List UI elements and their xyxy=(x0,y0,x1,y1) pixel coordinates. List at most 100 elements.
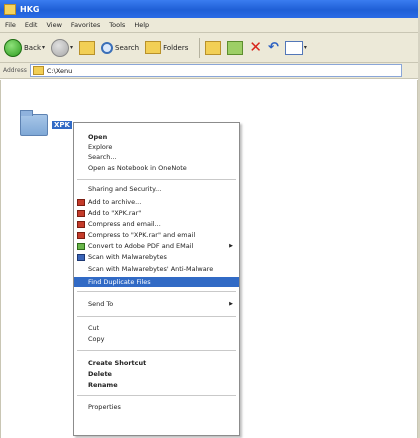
window-title: HKG xyxy=(20,4,40,14)
menu-file[interactable]: File xyxy=(5,21,16,29)
menu-item-search[interactable]: Search... xyxy=(74,152,239,162)
search-button[interactable]: Search xyxy=(101,41,140,54)
folder-up-icon xyxy=(79,40,96,55)
folders-label: Folders xyxy=(163,43,189,52)
submenu-arrow-icon: ▶ xyxy=(229,301,233,307)
menu-separator xyxy=(77,350,236,351)
menu-item-copy[interactable]: Copy xyxy=(74,334,239,344)
menu-item-label: Add to "XPK.rar" xyxy=(88,209,142,217)
menu-bar: File Edit View Favorites Tools Help xyxy=(0,18,420,33)
menu-item-open[interactable]: Open xyxy=(74,132,239,142)
menu-view[interactable]: View xyxy=(46,21,61,29)
menu-item-open-onenote[interactable]: Open as Notebook in OneNote xyxy=(74,163,239,173)
menu-item-label: Search... xyxy=(88,153,117,161)
address-bar: Address C:\Xenu xyxy=(0,63,420,79)
copy-to-icon xyxy=(227,40,244,55)
menu-item-label: Open xyxy=(88,133,108,141)
toolbar: Back ▾ ▾ Search Folders ✕ ↶ ▾ xyxy=(0,33,420,63)
pdf-convert-icon xyxy=(77,242,85,250)
folder-icon xyxy=(4,3,16,15)
back-label: Back xyxy=(24,43,41,52)
winrar-icon xyxy=(77,209,85,217)
menu-item-sharing[interactable]: Sharing and Security... xyxy=(74,184,239,194)
menu-item-label: Compress to "XPK.rar" and email xyxy=(88,231,196,239)
menu-favorites[interactable]: Favorites xyxy=(71,21,100,29)
menu-tools[interactable]: Tools xyxy=(109,21,125,29)
folder-icon xyxy=(32,66,44,75)
menu-item-delete[interactable]: Delete xyxy=(74,369,239,379)
search-label: Search xyxy=(115,43,140,52)
menu-item-cut[interactable]: Cut xyxy=(74,323,239,333)
delete-icon: ✕ xyxy=(249,38,262,56)
menu-item-label: Send To xyxy=(88,300,114,308)
back-button[interactable]: Back ▾ xyxy=(4,38,46,57)
menu-item-label: Copy xyxy=(88,335,105,343)
menu-item-label: Scan with Malwarebytes' Anti-Malware xyxy=(88,265,214,273)
winrar-icon xyxy=(77,231,85,239)
menu-item-compress-rar-email[interactable]: Compress to "XPK.rar" and email xyxy=(74,230,239,240)
search-icon xyxy=(101,41,114,54)
menu-item-find-duplicates[interactable]: Find Duplicate Files xyxy=(74,277,239,287)
menu-item-label: Add to archive... xyxy=(88,198,142,206)
address-path: C:\Xenu xyxy=(46,66,73,75)
menu-item-compress-email[interactable]: Compress and email... xyxy=(74,219,239,229)
address-label: Address xyxy=(3,67,27,74)
menu-item-send-to[interactable]: Send To ▶ xyxy=(74,299,239,309)
menu-item-explore[interactable]: Explore xyxy=(74,142,239,152)
submenu-arrow-icon: ▶ xyxy=(229,243,233,249)
menu-item-label: Open as Notebook in OneNote xyxy=(88,164,187,172)
menu-separator xyxy=(77,316,236,317)
menu-item-label: Compress and email... xyxy=(88,220,161,228)
menu-help[interactable]: Help xyxy=(134,21,149,29)
move-to-icon xyxy=(205,40,222,55)
menu-item-label: Convert to Adobe PDF and EMail xyxy=(88,242,194,250)
menu-item-label: Rename xyxy=(88,381,118,389)
folders-button[interactable]: Folders xyxy=(145,41,188,54)
menu-item-add-rar[interactable]: Add to "XPK.rar" xyxy=(74,208,239,218)
menu-item-scan[interactable]: Scan with Malwarebytes xyxy=(74,252,239,262)
menu-separator xyxy=(77,395,236,396)
folder-item[interactable]: XPK xyxy=(20,110,72,136)
menu-item-label: Delete xyxy=(88,370,112,378)
undo-button[interactable]: ↶ xyxy=(268,41,279,54)
undo-icon: ↶ xyxy=(267,40,279,55)
menu-item-rename[interactable]: Rename xyxy=(74,380,239,390)
toolbar-separator xyxy=(199,37,201,58)
menu-item-properties[interactable]: Properties xyxy=(74,402,239,412)
context-menu: Open Explore Search... Open as Notebook … xyxy=(73,122,240,436)
chevron-down-icon: ▾ xyxy=(42,44,46,51)
menu-item-create-shortcut[interactable]: Create Shortcut xyxy=(74,358,239,368)
up-folder-button[interactable] xyxy=(79,40,96,55)
move-to-button[interactable] xyxy=(205,40,222,55)
scan-icon xyxy=(77,253,85,261)
views-button[interactable]: ▾ xyxy=(284,40,307,55)
menu-item-label: Scan with Malwarebytes xyxy=(88,253,167,261)
menu-separator xyxy=(77,291,236,292)
menu-item-label: Sharing and Security... xyxy=(88,185,162,193)
menu-separator xyxy=(77,179,236,180)
menu-item-convert-pdf[interactable]: Convert to Adobe PDF and EMail ▶ xyxy=(74,241,239,251)
chevron-down-icon: ▾ xyxy=(70,44,74,51)
menu-item-label: Find Duplicate Files xyxy=(88,278,151,286)
winrar-icon xyxy=(77,220,85,228)
back-arrow-icon xyxy=(4,38,22,57)
copy-to-button[interactable] xyxy=(227,40,244,55)
views-icon xyxy=(284,40,303,55)
winrar-icon xyxy=(77,198,85,206)
forward-button[interactable]: ▾ xyxy=(51,38,74,57)
menu-item-label: Cut xyxy=(88,324,100,332)
menu-item-add-archive[interactable]: Add to archive... xyxy=(74,197,239,207)
folders-icon xyxy=(145,41,162,54)
delete-button[interactable]: ✕ xyxy=(249,40,262,55)
title-bar: HKG xyxy=(0,0,420,18)
chevron-down-icon: ▾ xyxy=(303,44,307,51)
folder-item-label: XPK xyxy=(52,121,72,129)
forward-arrow-icon xyxy=(51,38,70,57)
menu-item-label: Create Shortcut xyxy=(88,359,147,367)
address-input[interactable]: C:\Xenu xyxy=(29,64,402,77)
folder-icon xyxy=(20,110,48,136)
menu-item-label: Properties xyxy=(88,403,121,411)
menu-item-scan-antimalware[interactable]: Scan with Malwarebytes' Anti-Malware xyxy=(74,264,239,274)
menu-edit[interactable]: Edit xyxy=(25,21,38,29)
menu-item-label: Explore xyxy=(88,143,113,151)
